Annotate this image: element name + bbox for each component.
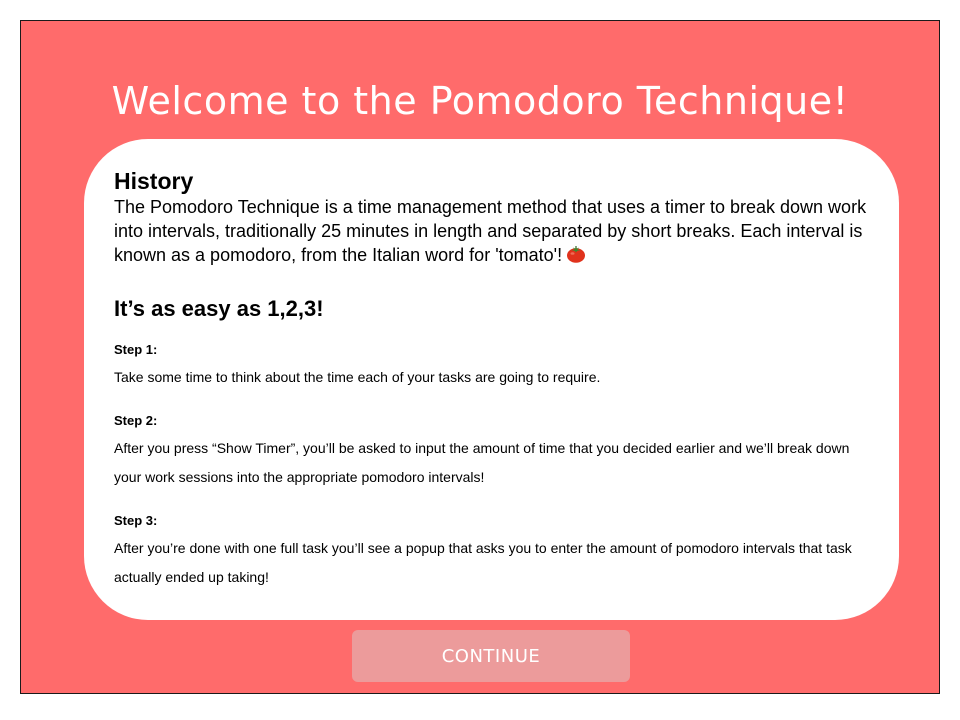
history-text: The Pomodoro Technique is a time managem… [114,197,867,265]
steps-heading: It’s as easy as 1,2,3! [114,296,324,321]
step-2-label: Step 2: [114,413,158,428]
step-2: Step 2: After you press “Show Timer”, yo… [114,412,869,492]
step-1: Step 1: Take some time to think about th… [114,341,869,392]
step-1-text: Take some time to think about the time e… [114,369,601,385]
step-3: Step 3: After you’re done with one full … [114,512,869,592]
step-3-label: Step 3: [114,513,158,528]
info-card: History The Pomodoro Technique is a time… [84,139,899,620]
history-heading: History [114,168,194,194]
step-1-label: Step 1: [114,342,158,357]
continue-button[interactable]: CONTINUE [352,630,630,682]
tomato-icon [566,245,586,263]
step-2-text: After you press “Show Timer”, you’ll be … [114,440,850,485]
welcome-screen: Welcome to the Pomodoro Technique! Histo… [20,20,940,694]
history-paragraph: The Pomodoro Technique is a time managem… [114,195,869,267]
step-3-text: After you’re done with one full task you… [114,540,852,585]
page-title: Welcome to the Pomodoro Technique! [111,79,849,123]
